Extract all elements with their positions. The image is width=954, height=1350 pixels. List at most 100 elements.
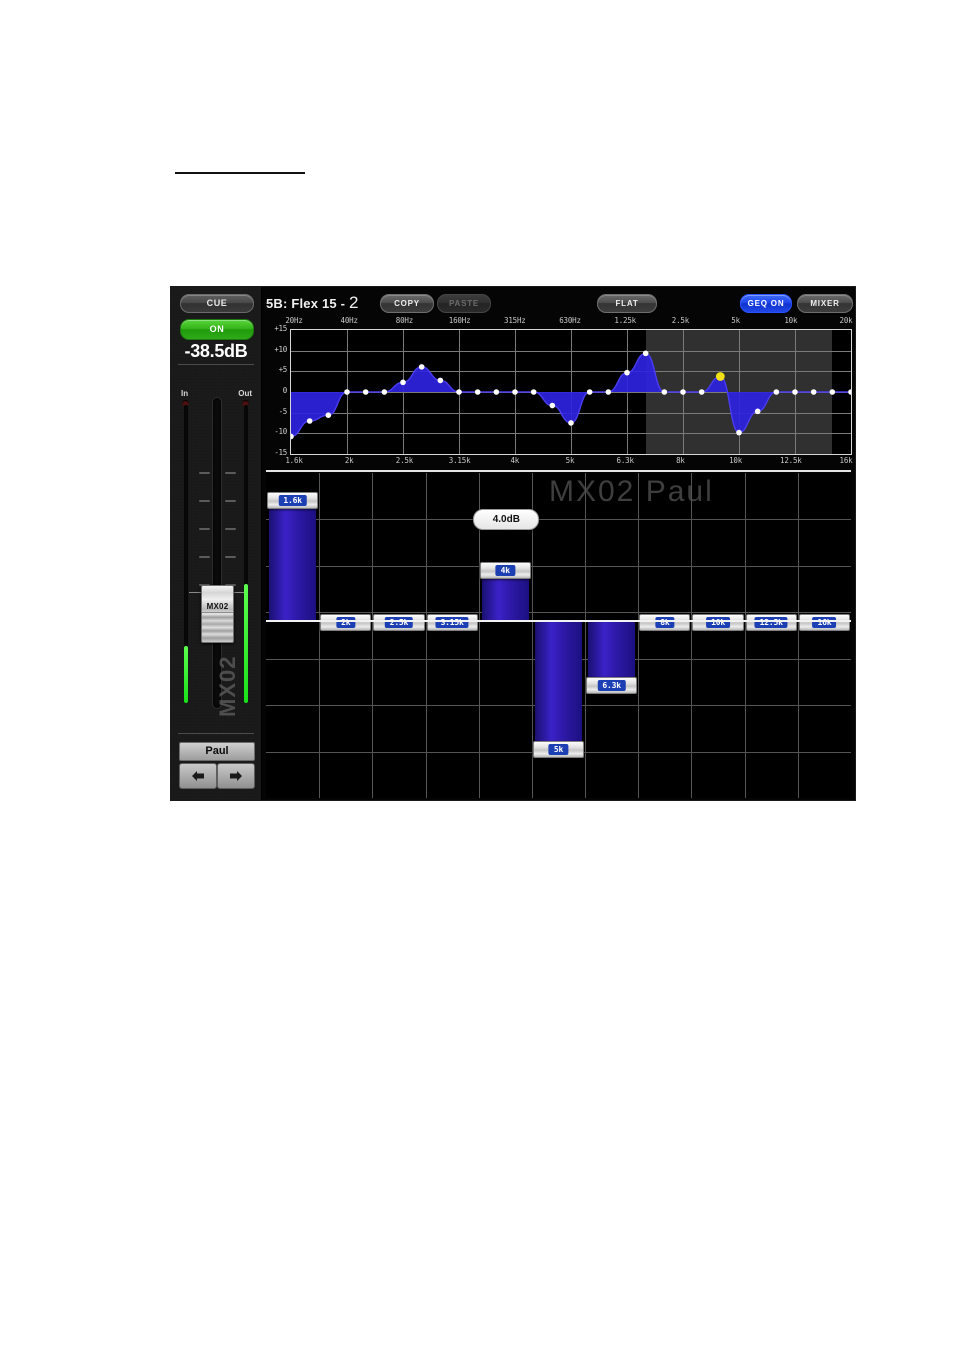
axis-tick-label: 5k [565,456,575,465]
eq-band-dot[interactable] [306,418,313,424]
geq-band[interactable]: 10k [691,473,744,798]
eq-band-dot[interactable] [661,389,668,395]
eq-band-dot[interactable] [754,408,761,415]
panel-divider [266,470,851,472]
geq-band-handle[interactable]: 2k [320,614,372,631]
eq-band-dot[interactable] [773,389,780,395]
geq-band-handle[interactable]: 1.6k [267,492,319,509]
eq-band-dot[interactable] [437,377,444,384]
geq-fader-field[interactable]: MX02 Paul 1.6k 2k 2.5k 3.15k 4k 5k 6.3k 8k 10k 12… [266,473,851,798]
geq-main-panel: 5B: Flex 15 - 2 COPY PASTE FLAT GEQ ON M… [262,287,855,800]
axis-tick-label: 40Hz [340,316,358,325]
geq-band[interactable]: 1.6k [266,473,319,798]
db-tick-label: +10 [274,344,287,354]
geq-band[interactable]: 5k [532,473,585,798]
fader-tick [199,472,210,474]
geq-band-label: 4k [495,564,515,576]
next-channel-button[interactable] [217,763,255,789]
axis-tick-label: 5k [731,316,740,325]
geq-band-handle[interactable]: 5k [532,740,585,758]
geq-band-handle[interactable]: 8k [639,614,691,631]
eq-band-dot[interactable] [568,420,574,426]
geq-band-handle[interactable]: 12.5k [745,614,797,631]
axis-tick-label: 2k [344,456,354,465]
fader-tick [225,528,236,530]
geq-band-bar [588,621,636,679]
eq-band-dot[interactable] [456,389,462,395]
eq-band-dot[interactable] [381,389,388,395]
cue-button[interactable]: CUE [180,294,254,313]
geq-band[interactable]: 6.3k [585,473,638,798]
geq-band[interactable]: 16k [798,473,851,798]
fader-cap-wing-left [189,592,201,593]
level-meter-in [184,405,188,703]
eq-band-dot[interactable] [418,364,425,370]
geq-band-handle[interactable]: 10k [692,614,744,631]
fader-tick [199,556,210,558]
mixer-button[interactable]: MIXER [797,294,853,313]
fader-gain-value: -38.5dB [184,341,248,361]
eq-db-scale: +15 +10 +5 0 -5 -10 -15 [262,323,289,459]
db-tick-label: +5 [278,365,288,375]
eq-band-dot[interactable] [493,389,500,395]
fader-tick [225,500,236,502]
eq-band-dot[interactable] [400,379,406,386]
db-tick-label: +15 [274,324,287,333]
fader-handle-label: MX02 [206,602,229,611]
level-meter-out [244,405,248,703]
axis-tick-label: 4k [510,456,520,465]
channel-on-button[interactable]: ON [180,319,254,340]
geq-band[interactable]: 8k [638,473,691,798]
axis-tick-label: 315Hz [504,316,526,325]
geq-band[interactable]: 2.5k [372,473,425,798]
geq-band[interactable]: 12.5k [745,473,798,798]
prev-channel-button[interactable] [179,763,217,789]
channel-name-plate[interactable]: Paul [179,742,255,761]
eq-response-graph[interactable] [290,329,852,455]
eq-band-dot[interactable] [530,389,537,395]
geq-band-label: 1.6k [278,495,307,506]
eq-band-dot[interactable] [792,389,798,395]
geq-band-label: 12.5k [754,617,788,628]
geq-on-button[interactable]: GEQ ON [740,294,792,313]
geq-band-handle[interactable]: 6.3k [586,677,638,694]
geq-band-label: 3.15k [435,617,469,628]
geq-band[interactable]: 2k [319,473,372,798]
eq-band-dot[interactable] [698,389,705,395]
eq-band-dot[interactable] [624,369,630,376]
eq-band-dot[interactable] [549,402,556,409]
eq-band-dot[interactable] [680,389,686,395]
flat-button[interactable]: FLAT [597,294,657,313]
axis-tick-label: 8k [676,456,685,465]
eq-band-dot[interactable] [325,412,332,418]
geq-band-handle[interactable]: 4k [479,561,531,579]
geq-band-label: 8k [655,617,675,628]
eq-band-dot[interactable] [362,389,369,395]
axis-tick-label: 3.15k [448,456,471,465]
copy-button[interactable]: COPY [380,294,434,313]
axis-tick-label: 20k [839,316,853,325]
eq-band-dot[interactable] [848,389,851,395]
fader-tick [225,556,236,558]
eq-band-dot[interactable] [586,389,593,395]
fader-tick [225,472,236,474]
eq-band-dot[interactable] [344,389,350,395]
eq-band-dot[interactable] [512,389,518,395]
paste-button[interactable]: PASTE [437,294,491,313]
eq-band-dot[interactable] [810,389,817,395]
meter-in-label: In [181,389,189,398]
db-tick-label: -10 [274,427,287,437]
geq-band-handle[interactable]: 2.5k [373,614,425,631]
level-meter-in-fill [184,646,188,703]
geq-band-handle[interactable]: 3.15k [426,614,478,631]
eq-band-dot[interactable] [474,389,481,395]
geq-band-handle[interactable]: 16k [798,614,850,631]
eq-band-dot[interactable] [605,389,612,395]
strip-divider-top [178,364,254,365]
eq-band-dot[interactable] [829,389,836,395]
geq-band[interactable]: 3.15k [426,473,479,798]
toolbar: 5B: Flex 15 - 2 COPY PASTE FLAT GEQ ON M… [262,287,855,317]
eq-band-dot[interactable] [736,429,742,436]
eq-selected-band-dot[interactable] [715,372,725,381]
eq-band-dot[interactable] [642,350,649,357]
